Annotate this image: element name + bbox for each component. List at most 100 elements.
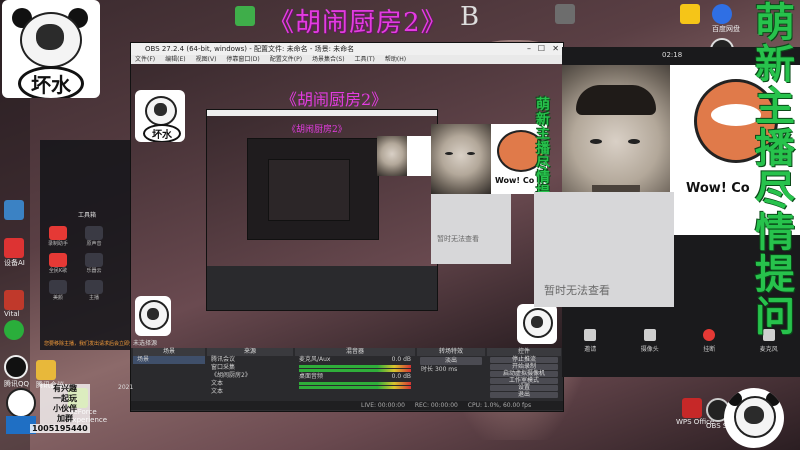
transitions-dock: 转场特效 淡出 时长 300 ms [417,348,485,400]
camera-button[interactable]: 摄像头 [641,329,659,379]
audio-meter [299,365,411,368]
tool-beauty[interactable]: 美颜 [44,280,72,301]
tool-grid: 录制助手 原声音 全民K歌 乐器云 美颜 主播 [44,226,132,301]
app-icon [4,290,24,310]
nested-obs-2 [247,138,379,240]
duration-label: 时长 [421,366,434,373]
nested-preview: 《胡闹厨房2》 [207,116,437,266]
menu-scene-collection[interactable]: 场景集合(S) [312,55,345,64]
join-line: 小伙伴 [53,404,77,413]
source-item[interactable]: 窗口采集 [207,364,293,372]
menu-view[interactable]: 视图(V) [196,55,217,64]
duration-value[interactable]: 300 ms [435,366,457,373]
scene-item[interactable]: 场景 [133,356,205,364]
eye [590,139,602,144]
side-char: 尽 [755,168,795,214]
control-label: 麦克风 [759,346,778,353]
panda-head [523,308,553,338]
menu-help[interactable]: 帮助(H) [385,55,406,64]
tool-label: 录制助手 [47,241,68,247]
app-icon [555,4,575,24]
join-line: 加群 [57,414,73,423]
side-char: 播 [536,141,550,158]
obs-statusbar: LIVE: 00:00:00 REC: 00:00:00 CPU: 1.0%, … [131,401,563,410]
nested-title: 《胡闹厨房2》 [287,125,347,135]
tool-instrument[interactable]: 乐器云 [80,253,108,274]
panda-head [139,300,169,330]
panda-face [744,406,764,424]
tool-karaoke[interactable]: 全民K歌 [44,253,72,274]
participant-off[interactable]: 暂时无法查看 [534,192,674,307]
baidu-icon [712,4,732,24]
hangup-icon [703,329,716,341]
desktop-icon[interactable]: 百度网盘 [712,4,740,34]
desktop-icon[interactable]: Vital [4,290,24,318]
eye [628,139,640,144]
panda-face [36,24,64,50]
hangup-button[interactable]: 挂断 [703,329,715,379]
app-icon [4,200,24,220]
panda-head [734,396,776,438]
panda-face [531,316,543,328]
obs-preview[interactable]: 《胡闹厨房2》 坏水 《胡闹厨房2》 Wow! Co 暂时无法查看 萌 新 主 … [131,64,563,348]
desktop-icon[interactable] [555,4,575,24]
meme-panda-bottom-right [724,388,784,448]
control-label: 邀请 [584,346,597,353]
mixer-level: 0.0 dB [391,373,411,380]
source-item[interactable]: 文本 [207,380,293,388]
invite-button[interactable]: 邀请 [584,329,596,379]
instrument-icon [85,253,103,267]
cpu-status: CPU: 1.0%, 60.00 fps [467,402,532,409]
source-item[interactable]: 文本 [207,388,293,396]
menu-tools[interactable]: 工具(T) [355,55,375,64]
desktop-icon-label: 百度网盘 [712,25,740,33]
menu-file[interactable]: 文件(F) [135,55,155,64]
preview-panda-small [517,304,557,344]
tool-record[interactable]: 录制助手 [44,226,72,247]
minimize-icon[interactable]: – [527,43,531,55]
preview-title: 《胡闹厨房2》 [281,90,388,109]
desktop-icon[interactable] [680,4,700,24]
close-icon[interactable]: ✕ [552,43,559,55]
no-view-text: 暂时无法查看 [544,284,610,297]
rec-status: REC: 00:00:00 [414,402,458,409]
dock-header: 控件 [487,348,561,356]
panda-head [20,12,82,68]
tool-host[interactable]: 主播 [80,280,108,301]
dock-header: 转场特效 [417,348,485,356]
meme-panda-top: 坏水 [2,0,100,98]
side-char: 主 [755,84,795,130]
stickman-head [6,388,36,418]
preview-panda: 坏水 [135,90,185,142]
dock-header: 混音器 [295,348,415,356]
side-char: 新 [755,42,795,88]
panda-face [154,103,167,116]
mixer-channel-label: 麦克风/Aux 0.0 dB [295,356,415,364]
desktop-icon[interactable] [4,200,24,220]
desktop-icon[interactable]: 设备AI [4,238,25,268]
dock-header: 场景 [133,348,205,356]
tool-voice[interactable]: 原声音 [80,226,108,247]
meeting-time: 02:18 [662,51,683,59]
menu-docks[interactable]: 停靠窗口(D) [226,55,259,64]
source-item[interactable]: 腾讯会议 [207,356,293,364]
side-char: 问 [755,294,795,340]
menu-edit[interactable]: 编辑(E) [165,55,185,64]
tool-label: 主播 [88,295,99,301]
side-char: 情 [536,170,550,187]
join-group-text: 有兴趣 一起玩 小伙伴 加群 [40,384,90,424]
folder-icon [36,360,56,380]
side-char: 情 [755,210,795,256]
menu-profile[interactable]: 配置文件(P) [270,55,302,64]
audio-meter [299,382,411,385]
control-label: 挂断 [703,346,716,353]
control-label: 摄像头 [640,346,659,353]
exit-button[interactable]: 退出 [490,392,558,398]
desktop-icon[interactable] [4,320,24,340]
source-item[interactable]: 《胡闹厨房2》 [207,372,293,380]
transition-select[interactable]: 淡出 [420,357,482,365]
desktop-icon[interactable] [235,6,255,26]
obs-menubar: 文件(F) 编辑(E) 视图(V) 停靠窗口(D) 配置文件(P) 场景集合(S… [131,55,563,64]
nested-docks [207,266,437,310]
maximize-icon[interactable]: ☐ [538,43,545,55]
